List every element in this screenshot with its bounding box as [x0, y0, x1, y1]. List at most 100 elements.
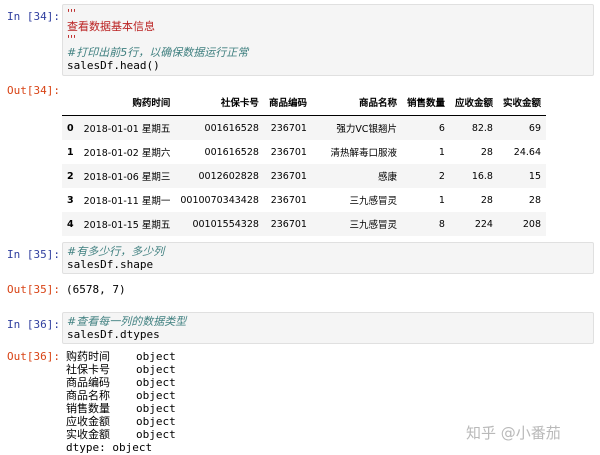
dtype-value: object	[136, 363, 176, 376]
column-header: 实收金额	[497, 89, 546, 116]
table-cell: 69	[528, 122, 541, 134]
table-row: 3 2018-01-11 星期一 0010070343428 236701 三九…	[62, 188, 546, 212]
table-cell: 清热解毒口服液	[330, 148, 397, 159]
column-header: 商品名称	[311, 89, 402, 116]
dtype-row: 商品编码 object	[66, 376, 176, 389]
table-cell: 16.8	[471, 170, 493, 182]
table-cell: 24.64	[513, 146, 541, 158]
out-prompt-35: Out[35]:	[7, 283, 60, 296]
table-cell: 2018-01-01 星期五	[83, 124, 171, 135]
code-line: salesDf.head()	[67, 59, 160, 72]
table-cell: 236701	[270, 170, 307, 182]
code-line: salesDf.shape	[67, 258, 154, 271]
table-cell: 236701	[270, 146, 307, 158]
table-cell: 001616528	[204, 122, 259, 134]
dtype-row: 社保卡号 object	[66, 363, 176, 376]
table-cell: 236701	[270, 218, 307, 230]
docstring-text: 查看数据基本信息	[67, 20, 155, 33]
table-cell: 28	[480, 146, 493, 158]
docstring-close: '''	[67, 33, 77, 46]
dtype-row: 销售数量 object	[66, 402, 176, 415]
dtype-row: 购药时间 object	[66, 350, 176, 363]
dtype-column-name: 销售数量	[66, 402, 110, 415]
table-cell: 强力VC银翘片	[336, 124, 397, 135]
table-cell: 2018-01-02 星期六	[83, 148, 171, 159]
index-header	[62, 89, 79, 116]
table-cell: 2018-01-11 星期一	[83, 196, 171, 207]
column-header: 购药时间	[78, 89, 176, 116]
code-block: ''' 查看数据基本信息 ''' #打印出前5行，以确保数据运行正常 sales…	[63, 5, 593, 74]
table-cell: 1	[438, 146, 445, 158]
table-row: 4 2018-01-15 星期五 00101554328 236701 三九感冒…	[62, 212, 546, 236]
table-row: 0 2018-01-01 星期五 001616528 236701 强力VC银翘…	[62, 115, 546, 140]
code-comment: #有多少行，多少列	[67, 245, 165, 258]
table-cell: 三九感冒灵	[349, 220, 397, 231]
out-prompt-36: Out[36]:	[7, 350, 60, 363]
table-cell: 6	[438, 122, 445, 134]
table-cell: 236701	[270, 122, 307, 134]
table-cell: 28	[480, 194, 493, 206]
column-header: 社保卡号	[175, 89, 264, 116]
table-cell: 236701	[270, 194, 307, 206]
table-cell: 00101554328	[192, 218, 259, 230]
table-row: 1 2018-01-02 星期六 001616528 236701 清热解毒口服…	[62, 140, 546, 164]
dtype-value: object	[136, 376, 176, 389]
table-cell: 208	[522, 218, 541, 230]
table-cell: 28	[528, 194, 541, 206]
dtype-value: object	[136, 402, 176, 415]
dtype-value: object	[136, 428, 176, 441]
table-cell: 2018-01-06 星期三	[83, 172, 171, 183]
dataframe-table: 购药时间 社保卡号 商品编码 商品名称 销售数量 应收金额 实收金额 0 201…	[62, 89, 546, 236]
table-cell: 8	[438, 218, 445, 230]
row-index: 1	[67, 146, 74, 158]
table-cell: 0010070343428	[180, 194, 259, 206]
dtype-column-name: 应收金额	[66, 415, 110, 428]
table-cell: 三九感冒灵	[349, 196, 397, 207]
dtype-row: 应收金额 object	[66, 415, 176, 428]
code-block: #查看每一列的数据类型 salesDf.dtypes	[63, 313, 593, 343]
dtype-value: object	[136, 415, 176, 428]
table-cell: 15	[528, 170, 541, 182]
dtype-column-name: 社保卡号	[66, 363, 110, 376]
dtype-column-name: 商品名称	[66, 389, 110, 402]
table-cell: 1	[438, 194, 445, 206]
docstring-open: '''	[67, 7, 77, 20]
code-cell-34[interactable]: ''' 查看数据基本信息 ''' #打印出前5行，以确保数据运行正常 sales…	[62, 4, 594, 76]
out-prompt-34: Out[34]:	[7, 84, 60, 97]
dtype-row: 实收金额 object	[66, 428, 176, 441]
table-cell: 2	[438, 170, 445, 182]
table-row: 2 2018-01-06 星期三 0012602828 236701 感康 2 …	[62, 164, 546, 188]
dtype-column-name: 购药时间	[66, 350, 110, 363]
code-cell-36[interactable]: #查看每一列的数据类型 salesDf.dtypes	[62, 312, 594, 344]
in-prompt-34: In [34]:	[7, 10, 60, 23]
table-cell: 224	[474, 218, 493, 230]
code-block: #有多少行，多少列 salesDf.shape	[63, 243, 593, 273]
code-line: salesDf.dtypes	[67, 328, 160, 341]
dtype-value: object	[136, 350, 176, 363]
row-index: 0	[67, 122, 74, 134]
watermark: 知乎 @小番茄	[466, 424, 561, 442]
dtype-column-name: 商品编码	[66, 376, 110, 389]
column-header: 销售数量	[401, 89, 450, 116]
column-header: 商品编码	[263, 89, 312, 116]
column-header: 应收金额	[449, 89, 498, 116]
code-comment: #查看每一列的数据类型	[67, 315, 187, 328]
row-index: 3	[67, 194, 74, 206]
table-cell: 2018-01-15 星期五	[83, 220, 171, 231]
table-cell: 0012602828	[198, 170, 259, 182]
table-header-row: 购药时间 社保卡号 商品编码 商品名称 销售数量 应收金额 实收金额	[62, 89, 546, 116]
dtype-footer: dtype: object	[66, 441, 153, 454]
dtypes-output: 购药时间 object 社保卡号 object 商品编码 object 商品名称 obj…	[66, 350, 176, 454]
dtype-row: 商品名称 object	[66, 389, 176, 402]
dtype-value: object	[136, 389, 176, 402]
table-cell: 001616528	[204, 146, 259, 158]
table-cell: 82.8	[471, 122, 493, 134]
shape-output: (6578, 7)	[66, 283, 126, 296]
code-cell-35[interactable]: #有多少行，多少列 salesDf.shape	[62, 242, 594, 274]
dtype-column-name: 实收金额	[66, 428, 110, 441]
in-prompt-36: In [36]:	[7, 318, 60, 331]
row-index: 2	[67, 170, 74, 182]
code-comment: #打印出前5行，以确保数据运行正常	[67, 46, 249, 59]
table-cell: 感康	[377, 172, 397, 183]
row-index: 4	[67, 218, 74, 230]
